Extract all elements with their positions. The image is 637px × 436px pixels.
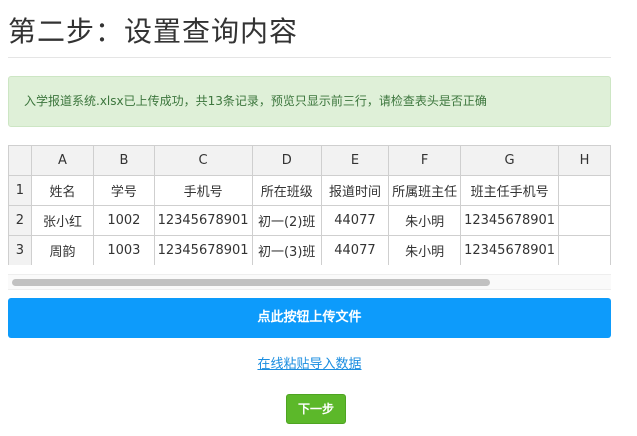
next-step-button[interactable]: 下一步 <box>286 394 346 424</box>
corner-cell <box>8 145 32 176</box>
table-cell[interactable]: 1002 <box>93 205 155 236</box>
table-cell[interactable]: 44077 <box>320 205 390 236</box>
column-header[interactable]: D <box>251 145 322 176</box>
table-row: 1 姓名 学号 手机号 所在班级 报道时间 所属班主任 班主任手机号 <box>8 175 611 206</box>
column-header[interactable]: F <box>388 145 462 176</box>
paste-import-link: 在线粘贴导入数据 <box>0 356 619 374</box>
column-header[interactable]: E <box>320 145 390 176</box>
column-header[interactable]: B <box>93 145 155 176</box>
table-cell[interactable]: 姓名 <box>30 175 95 206</box>
column-header[interactable]: A <box>30 145 95 176</box>
column-header-row: A B C D E F G H <box>8 145 611 176</box>
table-cell[interactable]: 初一(3)班 <box>251 235 322 265</box>
spreadsheet-preview[interactable]: A B C D E F G H 1 姓名 学号 手机号 所在班级 报道时间 所属… <box>8 145 611 265</box>
row-header[interactable]: 3 <box>8 235 32 265</box>
alert-message: 入学报道系统.xlsx已上传成功，共13条记录，预览只显示前三行，请检查表头是否… <box>24 94 487 108</box>
title-divider <box>8 57 611 58</box>
page-title: 第二步：设置查询内容 <box>8 15 299 48</box>
paste-import-link-text[interactable]: 在线粘贴导入数据 <box>257 357 361 372</box>
row-header[interactable]: 2 <box>8 205 32 236</box>
table-cell[interactable] <box>558 235 611 265</box>
table-cell[interactable]: 学号 <box>93 175 155 206</box>
table-cell[interactable]: 张小红 <box>30 205 95 236</box>
table-cell[interactable]: 朱小明 <box>388 205 462 236</box>
table-cell[interactable]: 报道时间 <box>320 175 390 206</box>
row-header[interactable]: 1 <box>8 175 32 206</box>
table-cell[interactable]: 朱小明 <box>388 235 462 265</box>
column-header[interactable]: H <box>558 145 611 176</box>
table-row: 2 张小红 1002 12345678901 初一(2)班 44077 朱小明 … <box>8 205 611 236</box>
column-header[interactable]: G <box>460 145 560 176</box>
table-cell[interactable]: 12345678901 <box>460 235 560 265</box>
preview-table: A B C D E F G H 1 姓名 学号 手机号 所在班级 报道时间 所属… <box>8 145 611 265</box>
table-cell[interactable] <box>558 205 611 236</box>
table-cell[interactable]: 44077 <box>320 235 390 265</box>
upload-success-alert: 入学报道系统.xlsx已上传成功，共13条记录，预览只显示前三行，请检查表头是否… <box>8 76 611 127</box>
column-header[interactable]: C <box>153 145 253 176</box>
table-cell[interactable]: 班主任手机号 <box>460 175 560 206</box>
table-cell[interactable]: 所在班级 <box>251 175 322 206</box>
table-cell[interactable]: 周韵 <box>30 235 95 265</box>
upload-file-button[interactable]: 点此按钮上传文件 <box>8 298 611 338</box>
table-cell[interactable] <box>558 175 611 206</box>
table-cell[interactable]: 12345678901 <box>460 205 560 236</box>
table-cell[interactable]: 12345678901 <box>153 205 253 236</box>
table-cell[interactable]: 初一(2)班 <box>251 205 322 236</box>
horizontal-scrollbar[interactable] <box>8 274 611 290</box>
scrollbar-thumb[interactable] <box>12 279 490 286</box>
table-cell[interactable]: 所属班主任 <box>388 175 462 206</box>
table-cell[interactable]: 手机号 <box>153 175 253 206</box>
table-row: 3 周韵 1003 12345678901 初一(3)班 44077 朱小明 1… <box>8 235 611 265</box>
table-cell[interactable]: 1003 <box>93 235 155 265</box>
table-cell[interactable]: 12345678901 <box>153 235 253 265</box>
